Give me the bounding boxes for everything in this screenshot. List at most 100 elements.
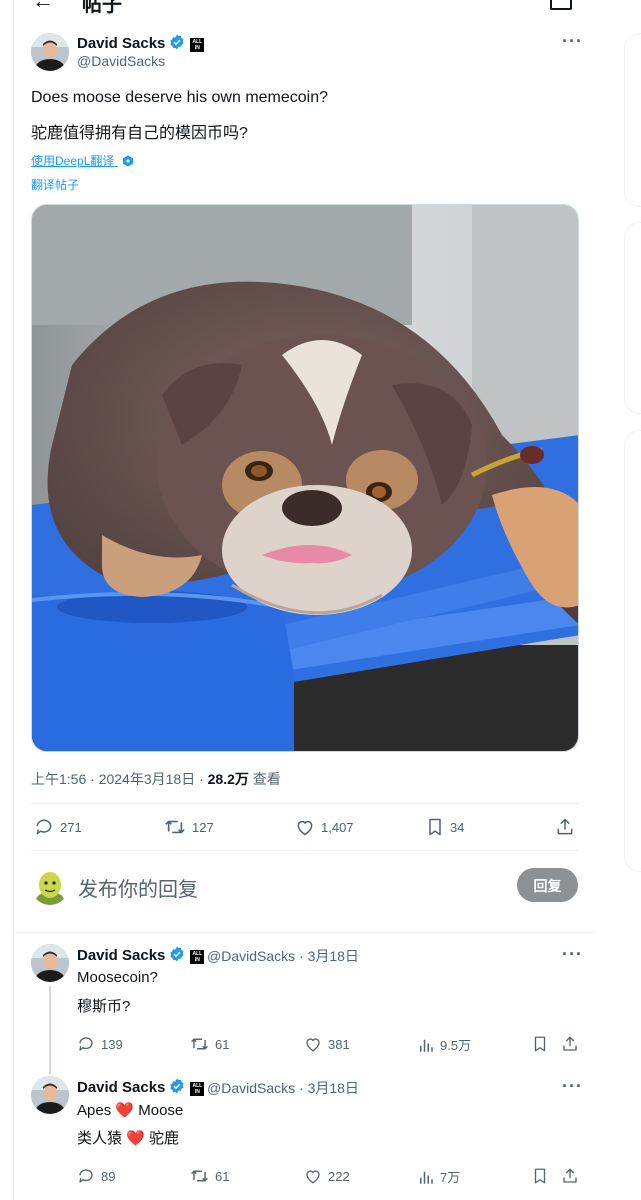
post-timestamp[interactable]: 上午1:56 · 2024年3月18日 · xyxy=(31,771,208,787)
right-sidebar xyxy=(596,0,641,1200)
reply-action[interactable]: 139 xyxy=(77,1035,123,1053)
all-in-badge-icon: ALL IN xyxy=(190,1082,205,1096)
reply-avatar[interactable] xyxy=(31,1076,69,1114)
like-icon xyxy=(306,1170,320,1184)
views-icon xyxy=(420,1039,433,1052)
views-count: 7万 xyxy=(440,1170,461,1185)
like-action[interactable]: 1,407 xyxy=(295,817,354,837)
repost-icon xyxy=(191,1170,208,1182)
post-image[interactable] xyxy=(31,204,579,752)
sidebar-card xyxy=(624,33,641,207)
reply-handle-date[interactable]: @DavidSacks · 3月18日 xyxy=(207,946,359,966)
verified-badge-icon xyxy=(170,1078,184,1094)
bookmark-action[interactable]: 34 xyxy=(426,817,464,837)
avatar-image xyxy=(31,944,69,982)
repost-action[interactable]: 61 xyxy=(190,1035,229,1053)
avatar-image xyxy=(31,33,69,71)
like-count: 381 xyxy=(328,1036,350,1052)
repost-action[interactable]: 61 xyxy=(190,1167,229,1185)
page-header: ← 帖子 xyxy=(14,0,596,14)
like-count: 222 xyxy=(328,1168,350,1184)
divider xyxy=(31,850,579,851)
reply-button[interactable]: 回复 xyxy=(517,868,578,902)
reply-handle-date[interactable]: @DavidSacks · 3月18日 xyxy=(207,1078,359,1098)
post-meta: 上午1:56 · 2024年3月18日 · 28.2万 查看 xyxy=(31,769,281,789)
divider xyxy=(31,803,579,804)
post-views-label: 查看 xyxy=(248,771,281,787)
header-action-icon[interactable] xyxy=(550,0,572,10)
thread-connector xyxy=(49,986,51,1074)
share-action[interactable] xyxy=(561,1167,585,1185)
reply-input[interactable]: 发布你的回复 xyxy=(78,873,198,902)
repost-icon xyxy=(165,820,185,834)
deepl-translate-label: 使用DeepL翻译 xyxy=(31,154,115,168)
repost-icon xyxy=(191,1038,208,1050)
share-action[interactable] xyxy=(561,1035,585,1053)
my-avatar[interactable] xyxy=(31,867,69,905)
reply-text-part: 驼鹿 xyxy=(149,1130,180,1147)
avatar-image xyxy=(31,1076,69,1114)
page-title: 帖子 xyxy=(82,0,122,14)
author-name[interactable]: David Sacks ALL IN xyxy=(77,34,205,52)
like-action[interactable]: 381 xyxy=(304,1035,350,1053)
bookmark-action[interactable] xyxy=(532,1167,554,1185)
heart-emoji: ❤️ xyxy=(115,1102,135,1119)
like-icon xyxy=(306,1038,320,1052)
views-icon xyxy=(420,1171,433,1184)
like-action[interactable]: 222 xyxy=(304,1167,350,1185)
reply-text-zh: 穆斯币? xyxy=(77,998,131,1015)
reply-count: 89 xyxy=(101,1168,116,1184)
divider xyxy=(14,932,596,933)
like-count: 1,407 xyxy=(321,819,354,835)
deepl-icon xyxy=(122,155,133,167)
reply-icon xyxy=(36,819,52,835)
more-icon[interactable]: ··· xyxy=(562,944,583,965)
share-icon xyxy=(563,1168,577,1183)
bookmark-count: 34 xyxy=(450,819,465,835)
post-views-count: 28.2万 xyxy=(207,771,249,787)
reply-author[interactable]: David Sacks ALL IN xyxy=(77,946,205,964)
author-name-text: David Sacks xyxy=(77,35,166,52)
verified-badge-icon xyxy=(170,34,184,50)
views-action[interactable]: 9.5万 xyxy=(418,1035,471,1054)
reply-text-en: Apes ❤️ Moose xyxy=(77,1101,183,1119)
back-arrow-icon[interactable]: ← xyxy=(32,0,54,14)
deepl-translate-link[interactable]: 使用DeepL翻译 xyxy=(31,152,134,169)
translate-post-link[interactable]: 翻译帖子 xyxy=(31,176,79,193)
post-text-zh: 驼鹿值得拥有自己的模因币吗? xyxy=(31,125,248,142)
timeline-column: ← 帖子 David Sacks ALL IN @DavidSacks ··· Do… xyxy=(13,0,597,1200)
reply-action[interactable]: 271 xyxy=(34,817,82,837)
views-count: 9.5万 xyxy=(440,1038,472,1053)
bookmark-action[interactable] xyxy=(532,1035,554,1053)
reply-icon xyxy=(79,1037,93,1051)
views-action[interactable]: 7万 xyxy=(418,1167,460,1186)
repost-count: 61 xyxy=(215,1036,230,1052)
avatar[interactable] xyxy=(31,33,69,71)
repost-count: 61 xyxy=(215,1168,230,1184)
share-action[interactable] xyxy=(555,817,581,837)
reply-author[interactable]: David Sacks ALL IN xyxy=(77,1078,205,1096)
reply-icon xyxy=(79,1169,93,1183)
reply-action[interactable]: 89 xyxy=(77,1167,115,1185)
sidebar-card xyxy=(624,222,641,414)
bookmark-icon xyxy=(534,1036,546,1052)
reply-avatar[interactable] xyxy=(31,944,69,982)
more-icon[interactable]: ··· xyxy=(562,1076,583,1097)
author-handle[interactable]: @DavidSacks xyxy=(77,53,165,69)
share-icon xyxy=(557,818,573,835)
reply-text-part: Moose xyxy=(138,1102,184,1119)
reply-count: 271 xyxy=(60,819,82,835)
repost-action[interactable]: 127 xyxy=(164,817,214,837)
all-in-badge-icon: ALL IN xyxy=(190,950,205,964)
more-icon[interactable]: ··· xyxy=(562,31,583,52)
heart-emoji: ❤️ xyxy=(126,1130,145,1147)
like-icon xyxy=(297,820,313,836)
avatar-image xyxy=(31,867,69,905)
reply-text-part: Apes xyxy=(77,1102,112,1119)
share-icon xyxy=(563,1036,577,1051)
reply-text-zh: 类人猿 ❤️ 驼鹿 xyxy=(77,1127,179,1148)
sidebar-card xyxy=(624,430,641,872)
bookmark-icon xyxy=(534,1168,546,1184)
all-in-badge-icon: ALL IN xyxy=(190,38,205,52)
reply-count: 139 xyxy=(101,1036,123,1052)
